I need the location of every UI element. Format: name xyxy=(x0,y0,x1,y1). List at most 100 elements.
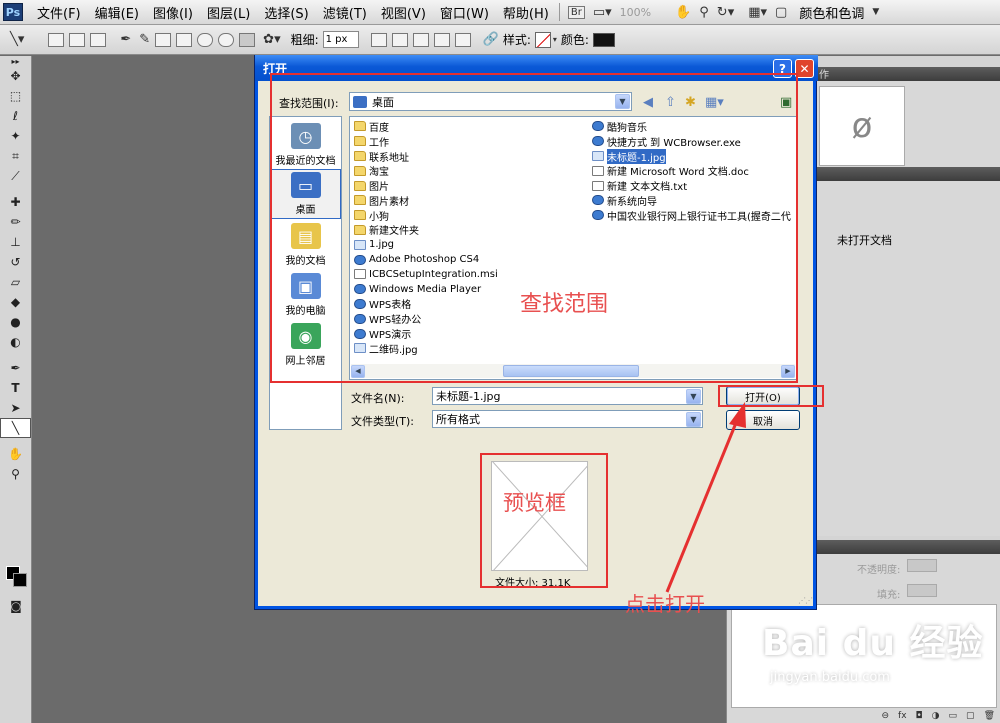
options-bar: ╲▾ ✒ ✎ ✿▾ 粗细: 1 px 🔗 样式: ▾ 颜色: xyxy=(0,25,1000,55)
navigator-thumbnail: ø xyxy=(819,86,905,166)
watermark-brand: Bai du 经验 xyxy=(762,623,984,664)
link-icon[interactable]: 🔗 xyxy=(483,32,499,47)
style-dropdown-icon[interactable]: ▾ xyxy=(553,35,557,44)
eraser-tool-icon[interactable]: ▱ xyxy=(0,272,31,292)
line-tool-icon[interactable]: ╲ xyxy=(0,418,31,438)
lasso-tool-icon[interactable]: ℓ xyxy=(0,106,31,126)
resize-grip-icon[interactable]: ⋰⋰ xyxy=(798,596,813,605)
pen-tool-icon-2[interactable]: ✒ xyxy=(0,358,31,378)
layer-style-icon[interactable]: fx xyxy=(898,711,907,721)
combine-subtract-icon[interactable] xyxy=(412,32,429,47)
line-shape-icon[interactable] xyxy=(239,32,256,47)
menu-filter[interactable]: 滤镜(T) xyxy=(323,3,367,22)
filename-combo[interactable]: 未标题-1.jpg ▼ xyxy=(432,387,703,405)
zoom-icon[interactable]: ⚲ xyxy=(699,5,709,20)
screen-mode-icon[interactable]: ▢ xyxy=(775,5,787,20)
layers-footer: ⊖ fx ◘ ◑ ▭ ▢ 🗑 xyxy=(727,709,1000,723)
dodge-tool-icon[interactable]: ◐ xyxy=(0,332,31,352)
combine-add-icon[interactable] xyxy=(391,32,408,47)
shape-layers-icon[interactable] xyxy=(48,32,65,47)
paint-bucket-tool-icon[interactable]: ◆ xyxy=(0,292,31,312)
rounded-rectangle-icon[interactable] xyxy=(176,32,193,47)
menu-file[interactable]: 文件(F) xyxy=(37,3,81,22)
pen-tool-icon[interactable]: ✒ xyxy=(120,32,131,47)
hand-tool-icon[interactable]: ✋ xyxy=(0,444,31,464)
delete-layer-icon[interactable]: 🗑 xyxy=(984,711,995,721)
annotation-click-open-text: 点击打开 xyxy=(625,592,705,616)
toolbox-grip-icon: ▸▸ xyxy=(11,56,20,66)
blur-tool-icon[interactable]: ● xyxy=(0,312,31,332)
type-tool-icon[interactable]: T xyxy=(0,378,31,398)
background-color-swatch[interactable] xyxy=(13,573,27,587)
menu-layer[interactable]: 图层(L) xyxy=(207,3,250,22)
freeform-pen-icon[interactable]: ✎ xyxy=(139,32,150,47)
style-label: 样式: xyxy=(502,33,531,47)
style-picker[interactable] xyxy=(534,31,551,48)
healing-brush-tool-icon[interactable]: ✚ xyxy=(0,192,31,212)
combine-exclude-icon[interactable] xyxy=(454,32,471,47)
menu-view[interactable]: 视图(V) xyxy=(381,3,426,22)
bridge-button[interactable]: Br xyxy=(567,5,585,19)
layer-mask-icon[interactable]: ◘ xyxy=(916,711,923,721)
new-group-icon[interactable]: ▭ xyxy=(949,711,958,721)
combine-new-icon[interactable] xyxy=(370,32,387,47)
filename-label: 文件名(N): xyxy=(351,392,405,405)
eyedropper-tool-icon[interactable]: ⟋ xyxy=(0,166,31,186)
brush-tool-icon[interactable]: ✏ xyxy=(0,212,31,232)
new-layer-icon[interactable]: ▢ xyxy=(966,711,975,721)
menu-window[interactable]: 窗口(W) xyxy=(440,3,489,22)
no-document-text: 未打开文档 xyxy=(837,234,892,247)
link-layers-icon[interactable]: ⊖ xyxy=(882,711,890,721)
workspace-dropdown-icon[interactable]: ▼ xyxy=(872,7,879,17)
adjustment-layer-icon[interactable]: ◑ xyxy=(932,711,940,721)
marquee-tool-icon[interactable]: ⬚ xyxy=(0,86,31,106)
paths-icon[interactable] xyxy=(69,32,86,47)
annotation-preview-text: 预览框 xyxy=(503,491,566,515)
clone-stamp-tool-icon[interactable]: ⊥ xyxy=(0,232,31,252)
line-tool-preset-icon[interactable]: ╲▾ xyxy=(10,32,24,47)
custom-shape-icon[interactable]: ✿▾ xyxy=(263,32,280,47)
menu-edit[interactable]: 编辑(E) xyxy=(95,3,139,22)
menu-help[interactable]: 帮助(H) xyxy=(503,3,549,22)
crop-tool-icon[interactable]: ⌗ xyxy=(0,146,31,166)
history-brush-tool-icon[interactable]: ↺ xyxy=(0,252,31,272)
fill-pixels-icon[interactable] xyxy=(90,32,107,47)
workspace-switcher[interactable]: 颜色和色调 xyxy=(799,3,864,22)
baidu-watermark: Bai du 经验 jingyan.baidu.com xyxy=(762,614,984,685)
menu-bar: Ps 文件(F) 编辑(E) 图像(I) 图层(L) 选择(S) 滤镜(T) 视… xyxy=(0,0,1000,25)
hand-icon[interactable]: ✋ xyxy=(675,5,691,20)
chevron-down-icon[interactable]: ▼ xyxy=(686,412,701,427)
panel-tab-fragment[interactable]: 作 xyxy=(819,66,829,81)
opacity-label: 不透明度: xyxy=(857,565,901,576)
annotation-lookin-box xyxy=(270,73,798,383)
zoom-level[interactable]: 100% xyxy=(620,6,651,19)
zoom-tool-icon[interactable]: ⚲ xyxy=(0,464,31,484)
opacity-field[interactable] xyxy=(907,559,937,572)
quick-mask-icon[interactable]: ◙ xyxy=(2,596,30,616)
polygon-shape-icon[interactable] xyxy=(218,32,235,47)
rectangle-shape-icon[interactable] xyxy=(155,32,172,47)
ellipse-shape-icon[interactable] xyxy=(197,32,214,47)
filetype-combo[interactable]: 所有格式 ▼ xyxy=(432,410,703,428)
color-label: 颜色: xyxy=(560,33,589,47)
menu-image[interactable]: 图像(I) xyxy=(153,3,193,22)
rotate-view-icon[interactable]: ↻▾ xyxy=(717,5,734,20)
filetype-value: 所有格式 xyxy=(436,413,480,426)
fill-field[interactable] xyxy=(907,584,937,597)
move-tool-icon[interactable]: ✥ xyxy=(0,66,31,86)
quick-select-tool-icon[interactable]: ✦ xyxy=(0,126,31,146)
menu-select[interactable]: 选择(S) xyxy=(264,3,308,22)
annotation-preview-box xyxy=(480,453,608,588)
annotation-open-box xyxy=(718,385,824,407)
combine-intersect-icon[interactable] xyxy=(433,32,450,47)
arrange-icon[interactable]: ▦▾ xyxy=(748,5,767,20)
chevron-down-icon[interactable]: ▼ xyxy=(686,389,701,404)
menu-separator xyxy=(558,3,560,21)
photoshop-logo: Ps xyxy=(3,3,23,21)
weight-input[interactable]: 1 px xyxy=(322,31,359,48)
cancel-button[interactable]: 取消 xyxy=(726,410,800,430)
color-swatch[interactable] xyxy=(592,32,615,47)
view-extras-icon[interactable]: ▭▾ xyxy=(593,5,612,20)
filename-value: 未标题-1.jpg xyxy=(436,390,501,403)
path-selection-tool-icon[interactable]: ➤ xyxy=(0,398,31,418)
